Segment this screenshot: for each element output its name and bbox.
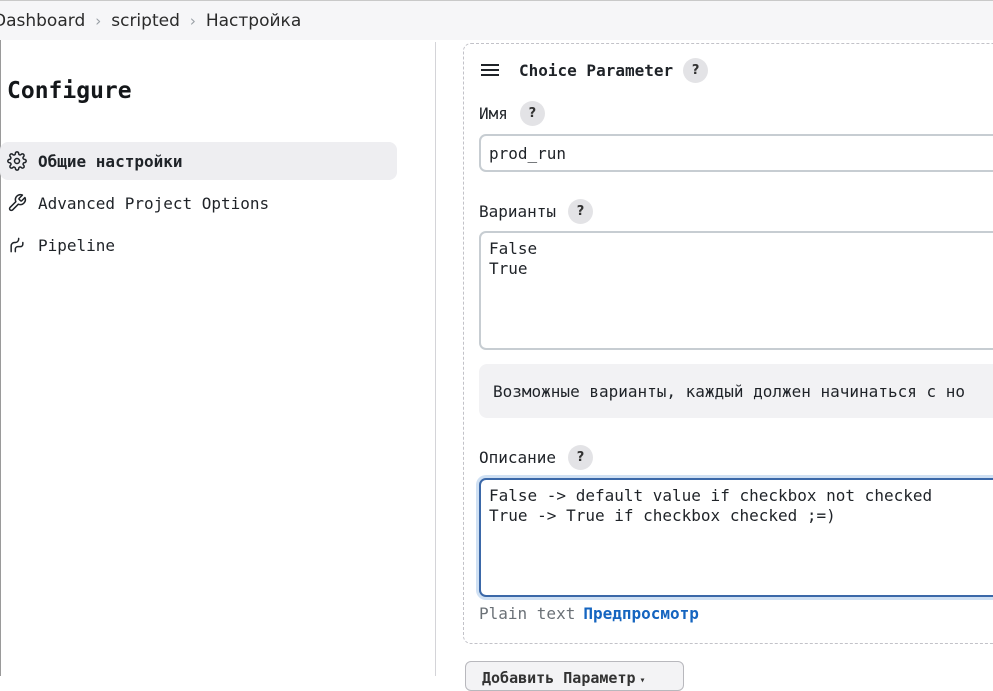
choices-hint: Возможные варианты, каждый должен начина… xyxy=(479,364,993,418)
choices-textarea[interactable]: False True xyxy=(479,231,993,350)
description-textarea[interactable]: False -> default value if checkbox not c… xyxy=(479,478,993,597)
breadcrumb-dashboard[interactable]: Dashboard xyxy=(0,11,85,31)
choices-hint-text: Возможные варианты, каждый должен начина… xyxy=(493,381,966,401)
sidebar-item-advanced-options[interactable]: Advanced Project Options xyxy=(0,184,397,222)
sidebar-item-label: Advanced Project Options xyxy=(38,193,270,213)
sidebar-item-general[interactable]: Общие настройки xyxy=(0,142,397,180)
pipeline-icon xyxy=(6,234,28,256)
wrench-icon xyxy=(6,192,28,214)
page-title: Configure xyxy=(7,78,132,104)
plain-text-label: Plain text xyxy=(479,604,576,623)
choice-parameter-header: Choice Parameter ? xyxy=(480,56,709,84)
description-format-row: Plain text Предпросмотр xyxy=(479,604,699,623)
name-label: Имя ? xyxy=(479,100,545,126)
content-divider xyxy=(435,42,436,676)
gear-icon xyxy=(6,150,28,172)
name-input[interactable] xyxy=(479,134,993,172)
chevron-down-icon: ▾ xyxy=(639,674,646,686)
help-icon[interactable]: ? xyxy=(519,100,545,126)
drag-handle-icon[interactable] xyxy=(480,60,500,80)
breadcrumb-separator-icon: › xyxy=(189,11,196,30)
breadcrumb-configure[interactable]: Настройка xyxy=(206,11,301,31)
help-icon[interactable]: ? xyxy=(683,57,709,83)
window-edge xyxy=(0,40,1,676)
breadcrumb-separator-icon: › xyxy=(95,11,102,30)
parameter-title: Choice Parameter xyxy=(519,60,674,80)
sidebar-item-label: Pipeline xyxy=(38,235,116,255)
name-label-text: Имя xyxy=(479,103,508,123)
help-icon[interactable]: ? xyxy=(568,444,594,470)
preview-link[interactable]: Предпросмотр xyxy=(583,604,699,623)
breadcrumb: Dashboard › scripted › Настройка xyxy=(0,0,993,40)
help-icon[interactable]: ? xyxy=(568,198,594,224)
add-parameter-label: Добавить Параметр xyxy=(482,668,636,687)
choices-label: Варианты ? xyxy=(479,198,594,224)
description-label-text: Описание xyxy=(479,447,557,467)
sidebar-item-pipeline[interactable]: Pipeline xyxy=(0,226,397,264)
breadcrumb-job[interactable]: scripted xyxy=(111,11,180,31)
add-parameter-button[interactable]: Добавить Параметр ▾ xyxy=(465,661,684,691)
description-label: Описание ? xyxy=(479,444,594,470)
choices-label-text: Варианты xyxy=(479,201,557,221)
sidebar-item-label: Общие настройки xyxy=(38,151,183,171)
